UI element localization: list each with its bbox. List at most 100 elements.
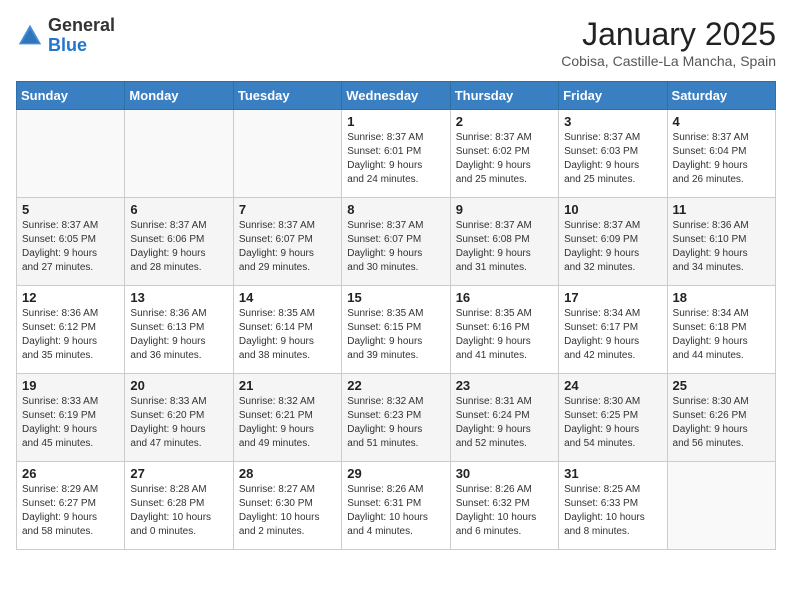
day-info: Sunrise: 8:33 AM Sunset: 6:20 PM Dayligh… bbox=[130, 395, 227, 451]
day-number: 7 bbox=[239, 202, 336, 217]
day-number: 16 bbox=[456, 290, 553, 305]
day-cell: 6 Sunrise: 8:37 AM Sunset: 6:06 PM Daylig… bbox=[125, 198, 233, 286]
day-number: 20 bbox=[130, 378, 227, 393]
day-number: 5 bbox=[22, 202, 119, 217]
day-cell: 25 Sunrise: 8:30 AM Sunset: 6:26 PM Dayli… bbox=[667, 374, 775, 462]
logo-icon bbox=[16, 22, 44, 50]
week-row-2: 5 Sunrise: 8:37 AM Sunset: 6:05 PM Daylig… bbox=[17, 198, 776, 286]
day-cell: 28Sunrise: 8:27 AM Sunset: 6:30 PM Dayli… bbox=[233, 462, 341, 550]
day-info: Sunrise: 8:36 AM Sunset: 6:10 PM Dayligh… bbox=[673, 219, 770, 275]
weekday-header-thursday: Thursday bbox=[450, 82, 558, 110]
day-info: Sunrise: 8:35 AM Sunset: 6:16 PM Dayligh… bbox=[456, 307, 553, 363]
day-info: Sunrise: 8:31 AM Sunset: 6:24 PM Dayligh… bbox=[456, 395, 553, 451]
day-number: 17 bbox=[564, 290, 661, 305]
logo-general-text: General bbox=[48, 15, 115, 35]
day-cell: 29 Sunrise: 8:26 AM Sunset: 6:31 PM Dayli… bbox=[342, 462, 450, 550]
day-number: 19 bbox=[22, 378, 119, 393]
day-number: 18 bbox=[673, 290, 770, 305]
day-number: 30 bbox=[456, 466, 553, 481]
day-cell: 23 Sunrise: 8:31 AM Sunset: 6:24 PM Dayli… bbox=[450, 374, 558, 462]
day-info: Sunrise: 8:28 AM Sunset: 6:28 PM Dayligh… bbox=[130, 483, 227, 539]
day-number: 31 bbox=[564, 466, 661, 481]
day-cell: 30 Sunrise: 8:26 AM Sunset: 6:32 PM Dayli… bbox=[450, 462, 558, 550]
day-info: Sunrise: 8:37 AM Sunset: 6:05 PM Dayligh… bbox=[22, 219, 119, 275]
day-number: 23 bbox=[456, 378, 553, 393]
day-cell: 27 Sunrise: 8:28 AM Sunset: 6:28 PM Dayli… bbox=[125, 462, 233, 550]
day-cell: 13 Sunrise: 8:36 AM Sunset: 6:13 PM Dayli… bbox=[125, 286, 233, 374]
day-info: Sunrise: 8:32 AM Sunset: 6:23 PM Dayligh… bbox=[347, 395, 444, 451]
day-info: Sunrise: 8:37 AM Sunset: 6:03 PM Dayligh… bbox=[564, 131, 661, 187]
day-cell bbox=[233, 110, 341, 198]
day-cell bbox=[17, 110, 125, 198]
day-info: Sunrise: 8:37 AM Sunset: 6:09 PM Dayligh… bbox=[564, 219, 661, 275]
logo-blue-text: Blue bbox=[48, 35, 87, 55]
weekday-header-sunday: Sunday bbox=[17, 82, 125, 110]
day-cell: 7Sunrise: 8:37 AM Sunset: 6:07 PM Daylig… bbox=[233, 198, 341, 286]
day-number: 13 bbox=[130, 290, 227, 305]
weekday-header-saturday: Saturday bbox=[667, 82, 775, 110]
day-number: 27 bbox=[130, 466, 227, 481]
day-number: 8 bbox=[347, 202, 444, 217]
day-info: Sunrise: 8:30 AM Sunset: 6:26 PM Dayligh… bbox=[673, 395, 770, 451]
day-cell: 24 Sunrise: 8:30 AM Sunset: 6:25 PM Dayli… bbox=[559, 374, 667, 462]
day-cell: 26 Sunrise: 8:29 AM Sunset: 6:27 PM Dayli… bbox=[17, 462, 125, 550]
weekday-header-friday: Friday bbox=[559, 82, 667, 110]
day-info: Sunrise: 8:25 AM Sunset: 6:33 PM Dayligh… bbox=[564, 483, 661, 539]
day-info: Sunrise: 8:37 AM Sunset: 6:08 PM Dayligh… bbox=[456, 219, 553, 275]
day-info: Sunrise: 8:29 AM Sunset: 6:27 PM Dayligh… bbox=[22, 483, 119, 539]
day-info: Sunrise: 8:37 AM Sunset: 6:06 PM Dayligh… bbox=[130, 219, 227, 275]
day-info: Sunrise: 8:37 AM Sunset: 6:07 PM Dayligh… bbox=[347, 219, 444, 275]
week-row-1: 1Sunrise: 8:37 AM Sunset: 6:01 PM Daylig… bbox=[17, 110, 776, 198]
day-info: Sunrise: 8:35 AM Sunset: 6:15 PM Dayligh… bbox=[347, 307, 444, 363]
day-info: Sunrise: 8:26 AM Sunset: 6:32 PM Dayligh… bbox=[456, 483, 553, 539]
day-info: Sunrise: 8:26 AM Sunset: 6:31 PM Dayligh… bbox=[347, 483, 444, 539]
day-cell: 14Sunrise: 8:35 AM Sunset: 6:14 PM Dayli… bbox=[233, 286, 341, 374]
calendar-title: January 2025 bbox=[561, 16, 776, 53]
day-number: 24 bbox=[564, 378, 661, 393]
day-cell: 11 Sunrise: 8:36 AM Sunset: 6:10 PM Dayli… bbox=[667, 198, 775, 286]
page-header: General Blue January 2025 Cobisa, Castil… bbox=[16, 16, 776, 69]
day-cell: 9 Sunrise: 8:37 AM Sunset: 6:08 PM Daylig… bbox=[450, 198, 558, 286]
day-info: Sunrise: 8:37 AM Sunset: 6:04 PM Dayligh… bbox=[673, 131, 770, 187]
day-number: 29 bbox=[347, 466, 444, 481]
day-number: 14 bbox=[239, 290, 336, 305]
day-number: 11 bbox=[673, 202, 770, 217]
day-cell: 16 Sunrise: 8:35 AM Sunset: 6:16 PM Dayli… bbox=[450, 286, 558, 374]
day-cell: 2Sunrise: 8:37 AM Sunset: 6:02 PM Daylig… bbox=[450, 110, 558, 198]
day-cell: 17Sunrise: 8:34 AM Sunset: 6:17 PM Dayli… bbox=[559, 286, 667, 374]
day-number: 4 bbox=[673, 114, 770, 129]
weekday-header-row: SundayMondayTuesdayWednesdayThursdayFrid… bbox=[17, 82, 776, 110]
day-number: 21 bbox=[239, 378, 336, 393]
day-cell: 5 Sunrise: 8:37 AM Sunset: 6:05 PM Daylig… bbox=[17, 198, 125, 286]
day-cell: 10Sunrise: 8:37 AM Sunset: 6:09 PM Dayli… bbox=[559, 198, 667, 286]
day-info: Sunrise: 8:27 AM Sunset: 6:30 PM Dayligh… bbox=[239, 483, 336, 539]
day-cell: 19Sunrise: 8:33 AM Sunset: 6:19 PM Dayli… bbox=[17, 374, 125, 462]
logo: General Blue bbox=[16, 16, 115, 56]
day-info: Sunrise: 8:36 AM Sunset: 6:13 PM Dayligh… bbox=[130, 307, 227, 363]
day-number: 15 bbox=[347, 290, 444, 305]
weekday-header-monday: Monday bbox=[125, 82, 233, 110]
day-cell: 1Sunrise: 8:37 AM Sunset: 6:01 PM Daylig… bbox=[342, 110, 450, 198]
day-number: 26 bbox=[22, 466, 119, 481]
day-cell: 21 Sunrise: 8:32 AM Sunset: 6:21 PM Dayli… bbox=[233, 374, 341, 462]
day-cell bbox=[125, 110, 233, 198]
day-cell: 18Sunrise: 8:34 AM Sunset: 6:18 PM Dayli… bbox=[667, 286, 775, 374]
day-cell bbox=[667, 462, 775, 550]
calendar-subtitle: Cobisa, Castille-La Mancha, Spain bbox=[561, 53, 776, 69]
day-number: 22 bbox=[347, 378, 444, 393]
day-number: 6 bbox=[130, 202, 227, 217]
day-cell: 3 Sunrise: 8:37 AM Sunset: 6:03 PM Daylig… bbox=[559, 110, 667, 198]
logo-text: General Blue bbox=[48, 16, 115, 56]
day-info: Sunrise: 8:37 AM Sunset: 6:02 PM Dayligh… bbox=[456, 131, 553, 187]
week-row-3: 12Sunrise: 8:36 AM Sunset: 6:12 PM Dayli… bbox=[17, 286, 776, 374]
day-number: 3 bbox=[564, 114, 661, 129]
day-info: Sunrise: 8:30 AM Sunset: 6:25 PM Dayligh… bbox=[564, 395, 661, 451]
week-row-4: 19Sunrise: 8:33 AM Sunset: 6:19 PM Dayli… bbox=[17, 374, 776, 462]
day-cell: 20 Sunrise: 8:33 AM Sunset: 6:20 PM Dayli… bbox=[125, 374, 233, 462]
day-number: 25 bbox=[673, 378, 770, 393]
day-cell: 31 Sunrise: 8:25 AM Sunset: 6:33 PM Dayli… bbox=[559, 462, 667, 550]
day-cell: 15 Sunrise: 8:35 AM Sunset: 6:15 PM Dayli… bbox=[342, 286, 450, 374]
day-cell: 8 Sunrise: 8:37 AM Sunset: 6:07 PM Daylig… bbox=[342, 198, 450, 286]
day-info: Sunrise: 8:32 AM Sunset: 6:21 PM Dayligh… bbox=[239, 395, 336, 451]
day-number: 9 bbox=[456, 202, 553, 217]
